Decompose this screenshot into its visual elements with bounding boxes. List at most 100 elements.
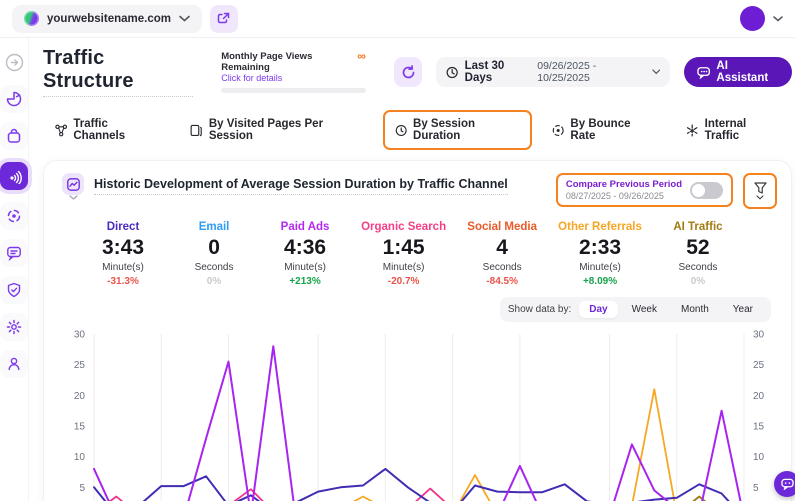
globe-icon	[24, 11, 39, 26]
metric-label: Email	[179, 221, 249, 233]
metric-label: AI Traffic	[663, 221, 733, 233]
metric-unit: Minute(s)	[88, 262, 158, 273]
sidebar	[0, 38, 29, 501]
sidebar-item-dashboard[interactable]	[0, 85, 28, 113]
quota-widget: Monthly Page Views Remaining ∞ Click for…	[221, 51, 366, 93]
tabs: Traffic Channels By Visited Pages Per Se…	[43, 110, 792, 150]
metric-value: 3:43	[88, 236, 158, 260]
site-selector[interactable]: yourwebsitename.com	[12, 5, 202, 33]
metric-change: 0%	[663, 276, 733, 287]
metric-unit: Minute(s)	[558, 262, 642, 273]
granularity-week[interactable]: Week	[622, 301, 667, 318]
ai-assistant-button[interactable]: AI Assistant	[684, 57, 792, 87]
date-range-label: Last 30 Days	[465, 60, 532, 84]
metric-unit: Seconds	[467, 262, 537, 273]
metric-direct[interactable]: Direct 3:43 Minute(s) -31.3%	[88, 221, 158, 287]
filter-button[interactable]	[743, 173, 777, 209]
sidebar-item-settings[interactable]	[0, 313, 28, 341]
svg-text:25: 25	[753, 360, 765, 371]
metric-organic-search[interactable]: Organic Search 1:45 Minute(s) -20.7%	[361, 221, 446, 287]
external-link-icon	[217, 12, 230, 25]
metric-label: Direct	[88, 221, 158, 233]
main-area: Traffic Structure Monthly Page Views Rem…	[0, 38, 795, 501]
funnel-icon	[754, 182, 767, 194]
quota-details-link[interactable]: Click for details	[221, 73, 366, 83]
metric-label: Other Referrals	[558, 221, 642, 233]
tab-by-session-duration[interactable]: By Session Duration	[383, 110, 532, 150]
svg-text:15: 15	[74, 422, 86, 433]
chevron-down-icon	[652, 69, 661, 75]
svg-text:15: 15	[753, 422, 765, 433]
svg-text:20: 20	[753, 391, 765, 402]
metrics-row: Direct 3:43 Minute(s) -31.3% Email 0 Sec…	[56, 209, 779, 293]
user-pin-icon	[6, 356, 22, 372]
compare-toggle[interactable]	[690, 182, 723, 199]
open-external-button[interactable]	[210, 5, 238, 33]
sidebar-item-security[interactable]	[0, 276, 28, 304]
sidebar-item-feedback[interactable]	[0, 239, 28, 267]
sidebar-item-visitors[interactable]	[0, 350, 28, 378]
metric-value: 4	[467, 236, 537, 260]
metric-value: 52	[663, 236, 733, 260]
quota-label: Monthly Page Views Remaining	[221, 51, 357, 73]
tab-label: By Bounce Rate	[570, 118, 654, 142]
compare-period-dates: 08/27/2025 - 09/26/2025	[566, 191, 682, 201]
radar-signal-icon	[6, 168, 22, 184]
svg-text:10: 10	[74, 452, 86, 463]
chat-bubble-icon	[781, 478, 794, 490]
metric-ai-traffic[interactable]: AI Traffic 52 Seconds 0%	[663, 221, 733, 287]
tab-by-bounce-rate[interactable]: By Bounce Rate	[540, 110, 666, 150]
metric-label: Paid Ads	[270, 221, 340, 233]
show-data-by-label: Show data by:	[508, 304, 571, 315]
metric-value: 2:33	[558, 236, 642, 260]
topbar: yourwebsitename.com	[0, 0, 795, 38]
date-range-picker[interactable]: Last 30 Days 09/26/2025 - 10/25/2025	[436, 57, 670, 87]
card-title-icon[interactable]	[62, 173, 84, 200]
chat-lines-icon	[6, 245, 22, 261]
avatar-chevron-icon[interactable]	[773, 16, 783, 22]
metric-value: 4:36	[270, 236, 340, 260]
metric-label: Social Media	[467, 221, 537, 233]
tab-traffic-channels[interactable]: Traffic Channels	[43, 110, 170, 150]
metric-label: Organic Search	[361, 221, 446, 233]
infinity-icon: ∞	[357, 51, 366, 61]
refresh-button[interactable]	[394, 57, 423, 87]
chat-fab[interactable]	[774, 471, 795, 497]
ai-assistant-label: AI Assistant	[716, 60, 779, 84]
user-avatar[interactable]	[740, 6, 765, 31]
sidebar-collapse-button[interactable]	[0, 48, 28, 76]
chevron-down-icon	[179, 15, 190, 22]
sidebar-item-traffic[interactable]	[0, 162, 28, 190]
sidebar-item-goals[interactable]	[0, 202, 28, 230]
tab-internal-traffic[interactable]: Internal Traffic	[674, 110, 792, 150]
session-clock-icon	[395, 124, 407, 137]
tab-label: By Visited Pages Per Session	[209, 118, 363, 142]
metric-change: +213%	[270, 276, 340, 287]
svg-text:10: 10	[753, 452, 765, 463]
metric-change: -84.5%	[467, 276, 537, 287]
svg-text:20: 20	[74, 391, 86, 402]
metric-change: -20.7%	[361, 276, 446, 287]
clock-icon	[446, 66, 458, 79]
sidebar-item-commerce[interactable]	[0, 122, 28, 150]
pages-icon	[190, 124, 202, 137]
tab-by-visited-pages[interactable]: By Visited Pages Per Session	[178, 110, 374, 150]
metric-value: 1:45	[361, 236, 446, 260]
metric-unit: Minute(s)	[361, 262, 446, 273]
shield-check-icon	[6, 282, 22, 298]
tab-label: By Session Duration	[413, 118, 520, 142]
metric-unit: Minute(s)	[270, 262, 340, 273]
metric-change: -31.3%	[88, 276, 158, 287]
granularity-day[interactable]: Day	[579, 301, 617, 318]
metric-social-media[interactable]: Social Media 4 Seconds -84.5%	[467, 221, 537, 287]
line-chart[interactable]: 09/26/202509/29/202510/02/202510/06/2025…	[56, 326, 779, 501]
collapse-arrow-icon	[5, 53, 24, 72]
metric-other-referrals[interactable]: Other Referrals 2:33 Minute(s) +8.09%	[558, 221, 642, 287]
metric-unit: Seconds	[663, 262, 733, 273]
metric-paid-ads[interactable]: Paid Ads 4:36 Minute(s) +213%	[270, 221, 340, 287]
date-range-value: 09/26/2025 - 10/25/2025	[537, 60, 645, 84]
granularity-month[interactable]: Month	[671, 301, 719, 318]
metric-email[interactable]: Email 0 Seconds 0%	[179, 221, 249, 287]
granularity-year[interactable]: Year	[723, 301, 763, 318]
compare-period-label: Compare Previous Period	[566, 179, 682, 190]
